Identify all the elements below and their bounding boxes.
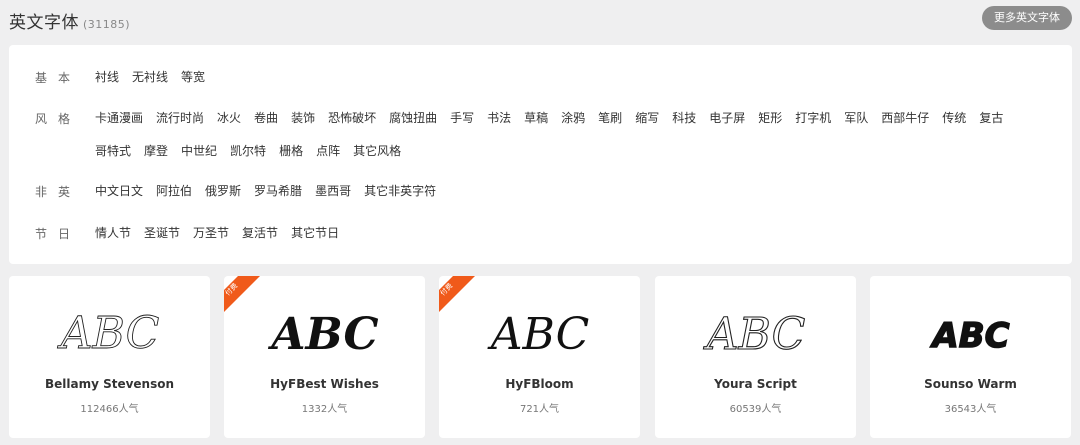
preview-text: ABC (929, 316, 1009, 356)
filter-item[interactable]: 电子屏 (709, 108, 745, 128)
preview-text: ABC (486, 309, 589, 360)
filter-item[interactable]: 墨西哥 (315, 181, 351, 201)
filter-items: 情人节 圣诞节 万圣节 复活节 其它节日 (95, 223, 1052, 256)
filter-item[interactable]: 腐蚀扭曲 (389, 108, 437, 128)
font-preview-glyphs: ABC (267, 309, 378, 360)
font-popularity: 112466人气 (80, 404, 139, 415)
filter-item[interactable]: 情人节 (95, 223, 131, 243)
font-popularity: 721人气 (519, 404, 560, 415)
font-card[interactable]: ABC Sounso Warm 36543人气 (870, 276, 1071, 438)
font-popularity: 1332人气 (301, 404, 348, 415)
filter-label: 风格 (35, 112, 82, 126)
filter-item[interactable]: 圣诞节 (144, 223, 180, 243)
font-card-list: ABC Bellamy Stevenson 112466人气 付费 ABC Hy… (9, 276, 1072, 438)
filter-item[interactable]: 笔刷 (598, 108, 622, 128)
font-preview: ABC (870, 304, 1071, 364)
font-name: HyFBest Wishes (270, 377, 379, 391)
font-preview: ABC (224, 304, 425, 364)
filter-item[interactable]: 卡通漫画 (95, 108, 143, 128)
filter-item[interactable]: 涂鸦 (561, 108, 585, 128)
filter-item[interactable]: 万圣节 (193, 223, 229, 243)
section-title-text: 英文字体 (9, 13, 79, 33)
filter-item[interactable]: 栅格 (279, 141, 303, 161)
filter-item[interactable]: 其它风格 (353, 141, 401, 161)
filter-item[interactable]: 装饰 (291, 108, 315, 128)
font-popularity: 60539人气 (729, 404, 782, 415)
filter-item[interactable]: 衬线 (95, 67, 119, 87)
filter-item[interactable]: 西部牛仔 (881, 108, 929, 128)
filter-item[interactable]: 矩形 (758, 108, 782, 128)
font-name: HyFBloom (505, 377, 574, 391)
filter-item[interactable]: 摩登 (144, 141, 168, 161)
filter-item[interactable]: 流行时尚 (156, 108, 204, 128)
section-title: 英文字体 (31185) (9, 8, 130, 33)
font-name: Sounso Warm (924, 377, 1017, 391)
font-preview-glyphs: ABC (928, 315, 1010, 357)
filter-item[interactable]: 罗马希腊 (254, 181, 302, 201)
font-name: Youra Script (714, 377, 797, 391)
section-header: 英文字体 (31185) 更多英文字体 (9, 6, 1080, 34)
filter-item[interactable]: 草稿 (524, 108, 548, 128)
filter-label: 基本 (35, 71, 82, 85)
font-preview: ABC (9, 304, 210, 364)
filter-item[interactable]: 无衬线 (132, 67, 168, 87)
filter-item[interactable]: 缩写 (635, 108, 659, 128)
filter-item[interactable]: 书法 (487, 108, 511, 128)
font-preview-glyphs: ABC (486, 309, 589, 360)
filter-item[interactable]: 打字机 (795, 108, 831, 128)
filter-item[interactable]: 卷曲 (254, 108, 278, 128)
filter-item[interactable]: 手写 (450, 108, 474, 128)
font-preview-glyphs: ABC (702, 308, 806, 360)
filter-item[interactable]: 哥特式 (95, 141, 131, 161)
filter-item[interactable]: 复古 (979, 108, 1003, 128)
font-preview-glyphs: ABC (56, 308, 159, 360)
filter-item[interactable]: 点阵 (316, 141, 340, 161)
font-preview: ABC (439, 304, 640, 364)
font-card[interactable]: ABC Bellamy Stevenson 112466人气 (9, 276, 210, 438)
more-english-fonts-button[interactable]: 更多英文字体 (982, 6, 1072, 30)
font-popularity: 36543人气 (944, 404, 997, 415)
preview-text: ABC (702, 309, 805, 360)
preview-text: ABC (56, 308, 159, 359)
filter-item[interactable]: 阿拉伯 (156, 181, 192, 201)
font-name: Bellamy Stevenson (44, 377, 175, 391)
font-card[interactable]: 付费 ABC HyFBloom 721人气 (439, 276, 640, 438)
font-count: (31185) (83, 18, 131, 31)
filter-item[interactable]: 其它非英字符 (364, 181, 436, 201)
filter-item[interactable]: 传统 (942, 108, 966, 128)
font-card[interactable]: ABC Youra Script 60539人气 (655, 276, 856, 438)
filter-item[interactable]: 科技 (672, 108, 696, 128)
filter-item[interactable]: 其它节日 (291, 223, 339, 243)
filter-item[interactable]: 等宽 (181, 67, 205, 87)
filter-items: 中文日文 阿拉伯 俄罗斯 罗马希腊 墨西哥 其它非英字符 (95, 181, 1052, 214)
filter-label: 非英 (35, 185, 82, 199)
filter-items: 衬线 无衬线 等宽 (95, 67, 1052, 100)
filter-item[interactable]: 冰火 (217, 108, 241, 128)
filter-item[interactable]: 凯尔特 (230, 141, 266, 161)
filter-item[interactable]: 恐怖破坏 (328, 108, 376, 128)
preview-text: ABC (267, 309, 378, 360)
filter-item[interactable]: 中世纪 (181, 141, 217, 161)
font-card[interactable]: 付费 ABC HyFBest Wishes 1332人气 (224, 276, 425, 438)
filter-item[interactable]: 复活节 (242, 223, 278, 243)
filter-items: 卡通漫画 流行时尚 冰火 卷曲 装饰 恐怖破坏 腐蚀扭曲 手写 书法 草稿 涂鸦 笔刷 缩写 科技 电子屏矩… (95, 108, 1052, 174)
filter-panel: 基本 衬线 无衬线 等宽 风格 卡通漫画 流行时尚 冰火 卷曲 装饰 恐怖破坏 腐蚀扭曲 手写 书法… (9, 45, 1072, 264)
filter-label: 节日 (35, 227, 82, 241)
filter-item[interactable]: 中文日文 (95, 181, 143, 201)
font-preview: ABC (655, 304, 856, 364)
filter-item[interactable]: 军队 (844, 108, 868, 128)
filter-item[interactable]: 俄罗斯 (205, 181, 241, 201)
